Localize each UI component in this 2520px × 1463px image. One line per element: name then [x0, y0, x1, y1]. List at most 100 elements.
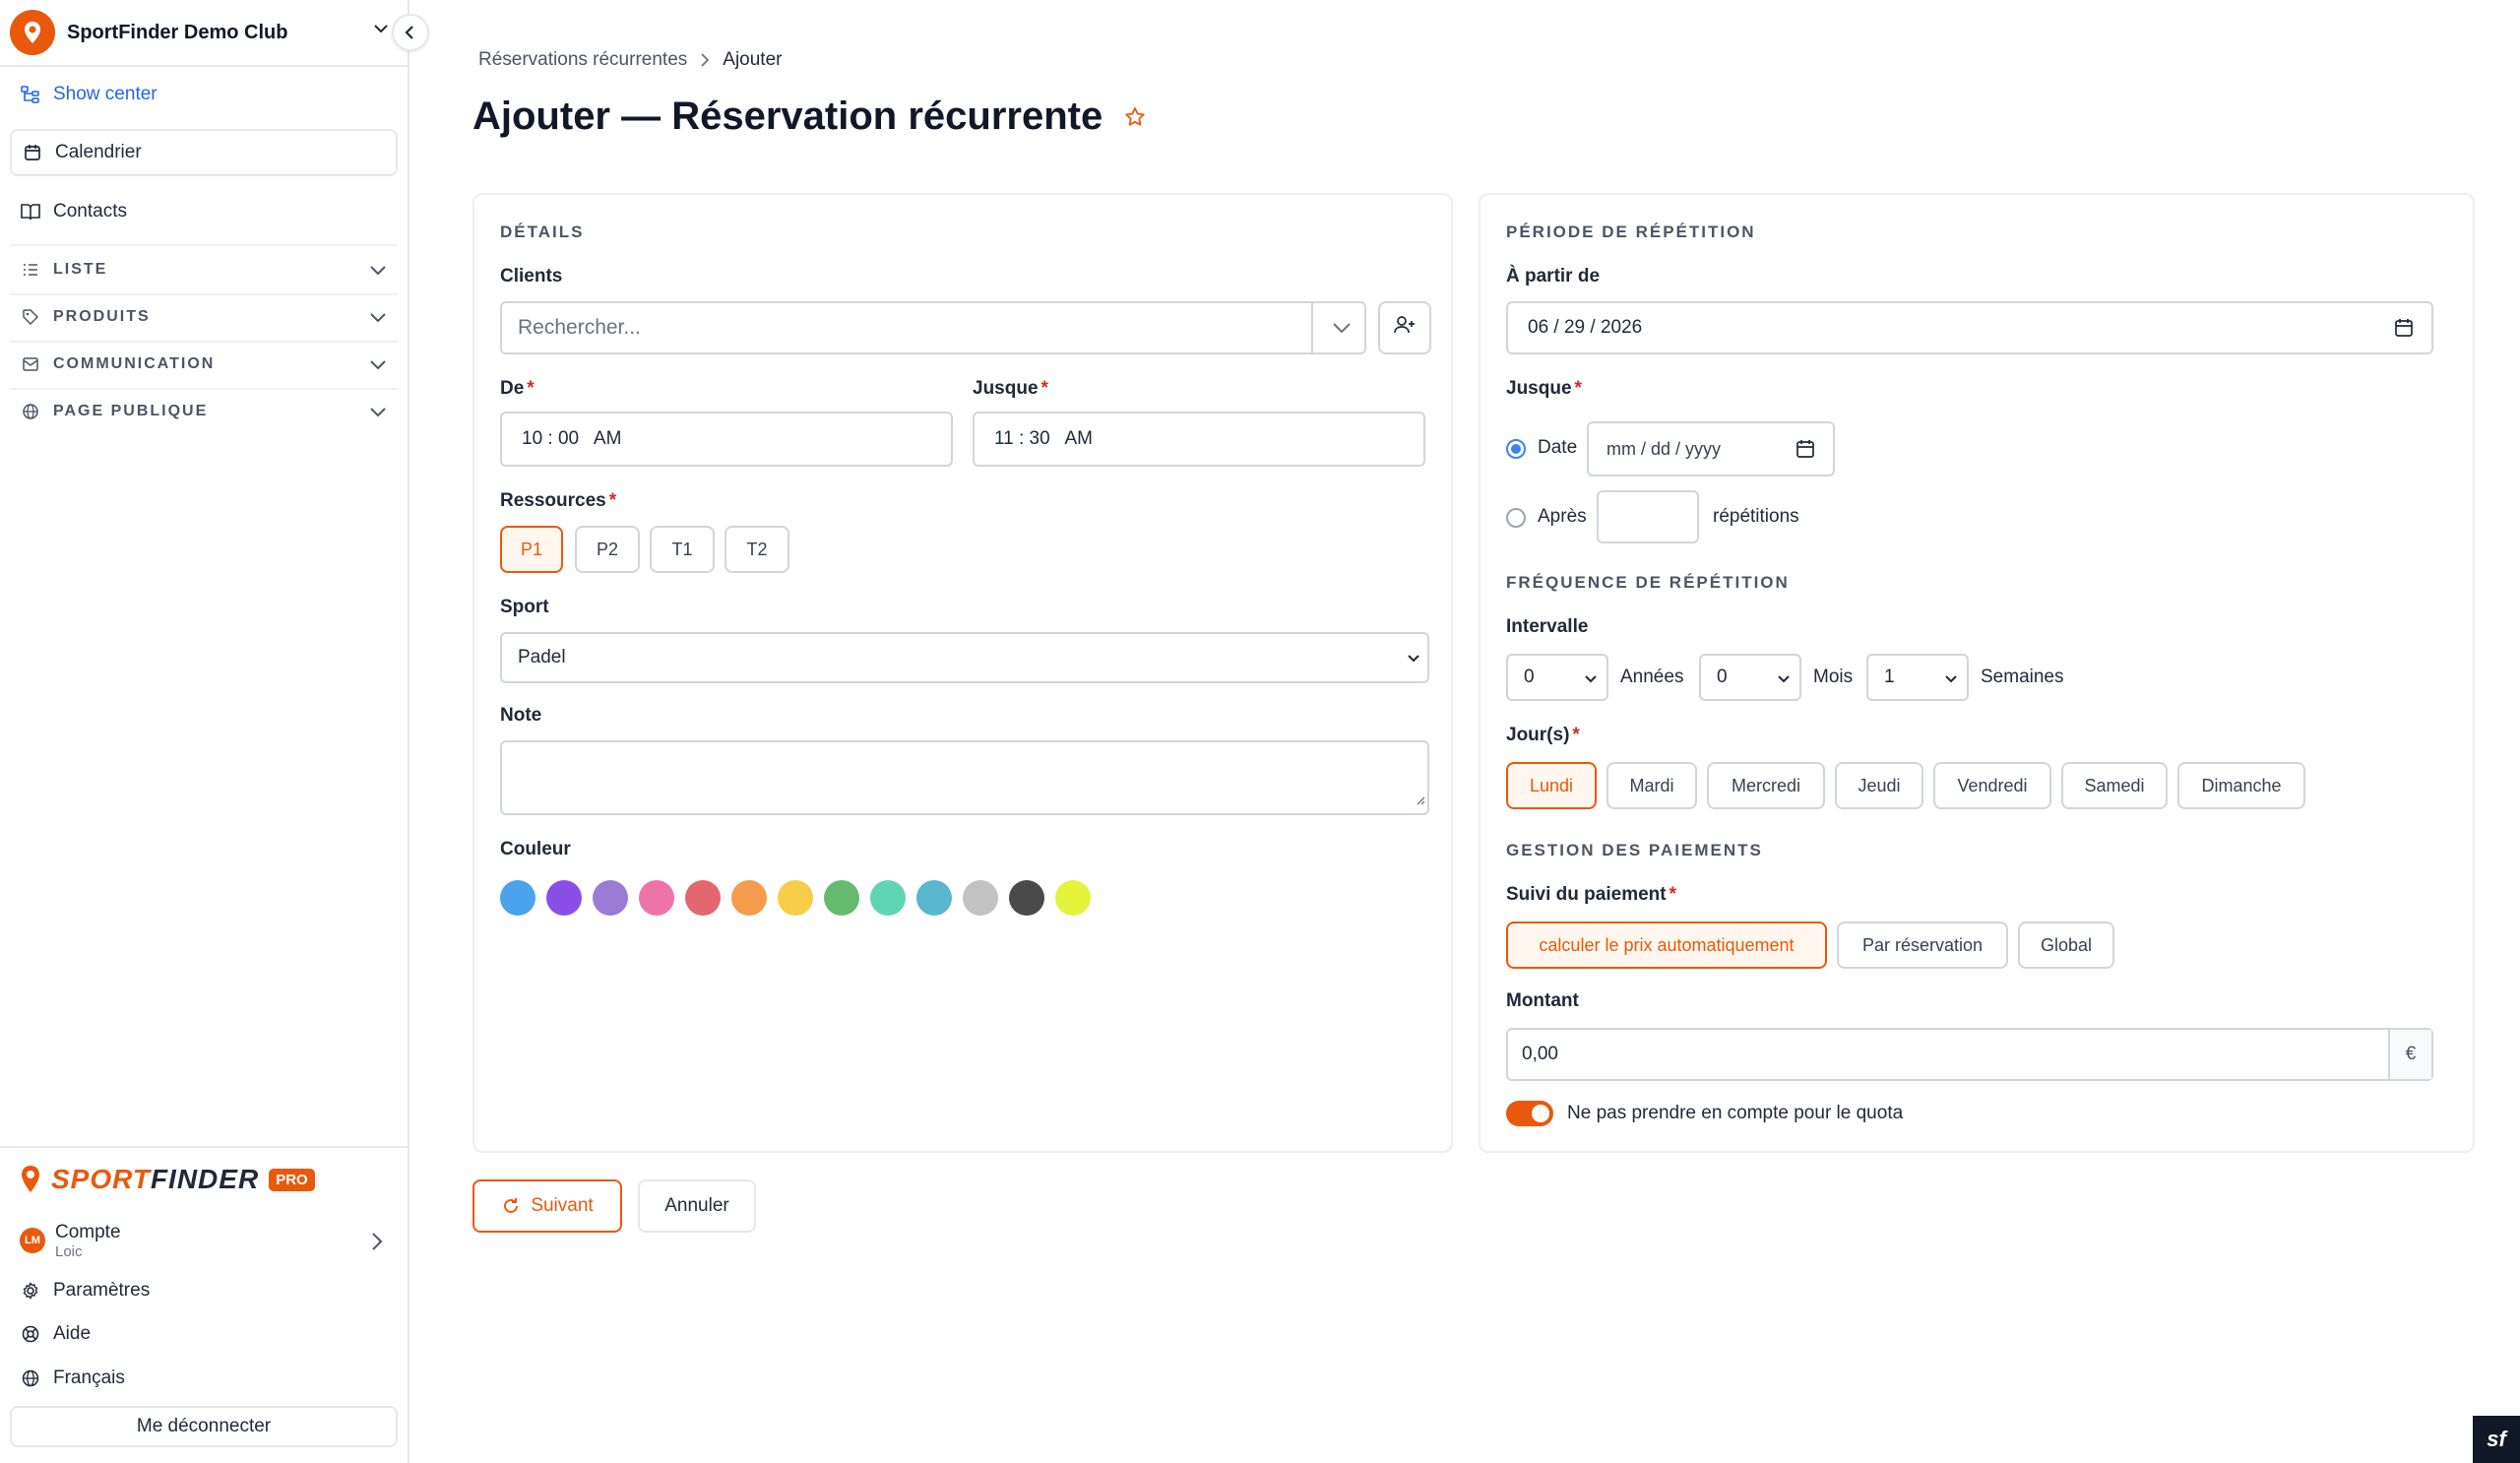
weeks-select[interactable]: 1	[1866, 654, 1969, 701]
sport-value: Padel	[518, 647, 566, 668]
resize-handle-icon[interactable]	[1416, 790, 1425, 811]
day-vendredi[interactable]: Vendredi	[1933, 762, 2051, 809]
color-swatch[interactable]	[916, 880, 952, 916]
chevron-down-icon	[368, 354, 388, 379]
resource-p2[interactable]: P2	[575, 526, 640, 573]
chevron-down-icon	[1776, 670, 1792, 692]
payment-auto-option[interactable]: calculer le prix automatiquement	[1506, 922, 1827, 969]
day-mardi[interactable]: Mardi	[1606, 762, 1697, 809]
end-date-input[interactable]: mm / dd / yyyy	[1587, 421, 1835, 477]
color-swatch[interactable]	[685, 880, 721, 916]
color-swatch[interactable]	[778, 880, 813, 916]
payment-per-booking-option[interactable]: Par réservation	[1837, 922, 2008, 969]
until-time-input[interactable]: 11 : 30 AM	[973, 412, 1425, 467]
end-by-date-label: Date	[1538, 437, 1578, 458]
years-select[interactable]: 0	[1506, 654, 1608, 701]
sidebar-item-settings[interactable]: Paramètres	[10, 1278, 398, 1304]
account-menu[interactable]: LM Compte Loic	[20, 1219, 388, 1262]
globe-icon	[20, 401, 41, 422]
globe-icon	[20, 1368, 41, 1389]
sidebar-section-produits[interactable]: PRODUITS	[10, 305, 398, 329]
end-by-date-radio[interactable]	[1506, 439, 1526, 459]
resource-t1[interactable]: T1	[650, 526, 715, 573]
end-after-radio[interactable]	[1506, 508, 1526, 528]
color-swatch[interactable]	[870, 880, 906, 916]
sidebar-item-contacts[interactable]: Contacts	[10, 201, 398, 223]
from-time-value: 10 : 00 AM	[522, 428, 622, 449]
payment-tracking-label: Suivi du paiement *	[1506, 884, 1676, 905]
color-swatch[interactable]	[500, 880, 536, 916]
color-swatch[interactable]	[824, 880, 859, 916]
next-button[interactable]: Suivant	[472, 1179, 622, 1233]
page-title: Ajouter — Réservation récurrente	[472, 95, 1103, 138]
cancel-button[interactable]: Annuler	[638, 1179, 756, 1233]
calendar-icon[interactable]	[2394, 318, 2414, 344]
gear-icon	[20, 1280, 41, 1302]
pro-badge: PRO	[269, 1168, 315, 1191]
breadcrumb-parent-link[interactable]: Réservations récurrentes	[478, 49, 687, 71]
resource-t2[interactable]: T2	[724, 526, 789, 573]
chevron-right-icon	[699, 51, 711, 69]
years-value: 0	[1524, 667, 1535, 687]
repetitions-input[interactable]	[1597, 490, 1699, 543]
lifebuoy-icon	[20, 1323, 41, 1345]
amount-input[interactable]: 0,00 €	[1506, 1028, 2433, 1081]
sidebar-item-help[interactable]: Aide	[10, 1321, 398, 1347]
payment-global-option[interactable]: Global	[2018, 922, 2114, 969]
months-select[interactable]: 0	[1699, 654, 1801, 701]
sidebar-item-label: Français	[53, 1368, 125, 1388]
sport-select[interactable]: Padel	[500, 632, 1429, 683]
star-icon[interactable]	[1124, 106, 1146, 128]
calendar-icon[interactable]	[1796, 439, 1815, 465]
sidebar-section-communication[interactable]: COMMUNICATION	[10, 352, 398, 376]
sidebar-item-language[interactable]: Français	[10, 1366, 398, 1391]
logout-button[interactable]: Me déconnecter	[10, 1406, 398, 1447]
day-mercredi[interactable]: Mercredi	[1707, 762, 1825, 809]
day-samedi[interactable]: Samedi	[2061, 762, 2168, 809]
color-swatch[interactable]	[1055, 880, 1091, 916]
day-lundi[interactable]: Lundi	[1506, 762, 1597, 809]
color-swatch[interactable]	[963, 880, 998, 916]
day-dimanche[interactable]: Dimanche	[2177, 762, 2305, 809]
resource-p1[interactable]: P1	[500, 526, 563, 573]
color-swatch[interactable]	[546, 880, 582, 916]
show-center-link[interactable]: Show center	[10, 79, 398, 110]
user-plus-icon	[1393, 314, 1417, 342]
add-client-button[interactable]	[1378, 301, 1431, 354]
breadcrumb: Réservations récurrentes Ajouter	[478, 49, 782, 71]
pin-icon	[22, 1166, 39, 1192]
sidebar-item-calendar[interactable]: Calendrier	[10, 129, 398, 176]
resources-label: Ressources *	[500, 490, 617, 511]
amount-label: Montant	[1506, 990, 1579, 1011]
quota-toggle[interactable]	[1506, 1101, 1553, 1126]
note-textarea[interactable]	[500, 740, 1429, 815]
from-time-input[interactable]: 10 : 00 AM	[500, 412, 953, 467]
clients-search-input[interactable]: Rechercher...	[500, 301, 1366, 354]
end-date-placeholder: mm / dd / yyyy	[1606, 438, 1722, 459]
day-jeudi[interactable]: Jeudi	[1835, 762, 1923, 809]
sidebar-item-label: Aide	[53, 1323, 92, 1344]
weeks-label: Semaines	[1981, 667, 2064, 687]
sidebar-section-page-publique[interactable]: PAGE PUBLIQUE	[10, 400, 398, 423]
color-swatch[interactable]	[1009, 880, 1044, 916]
color-swatch[interactable]	[639, 880, 674, 916]
sidebar-item-label: Calendrier	[55, 142, 142, 162]
color-swatch[interactable]	[593, 880, 628, 916]
sidebar-section-liste[interactable]: LISTE	[10, 258, 398, 282]
color-swatch[interactable]	[731, 880, 767, 916]
symfony-toolbar-icon[interactable]: sf	[2473, 1416, 2520, 1463]
until-time-value: 11 : 30 AM	[994, 428, 1093, 449]
chevron-down-icon	[368, 402, 388, 426]
start-date-input[interactable]: 06 / 29 / 2026	[1506, 301, 2433, 354]
amount-value: 0,00	[1522, 1044, 1558, 1064]
months-label: Mois	[1813, 667, 1854, 687]
chevron-down-icon	[368, 307, 388, 332]
divider	[1311, 303, 1313, 352]
collapse-sidebar-button[interactable]	[392, 14, 429, 51]
divider	[10, 293, 398, 295]
chevron-down-icon[interactable]	[1331, 318, 1353, 344]
note-label: Note	[500, 705, 542, 726]
chevron-down-icon	[1583, 670, 1599, 692]
club-switcher[interactable]: SportFinder Demo Club	[0, 0, 408, 67]
sidebar-section-label: PRODUITS	[53, 308, 151, 325]
